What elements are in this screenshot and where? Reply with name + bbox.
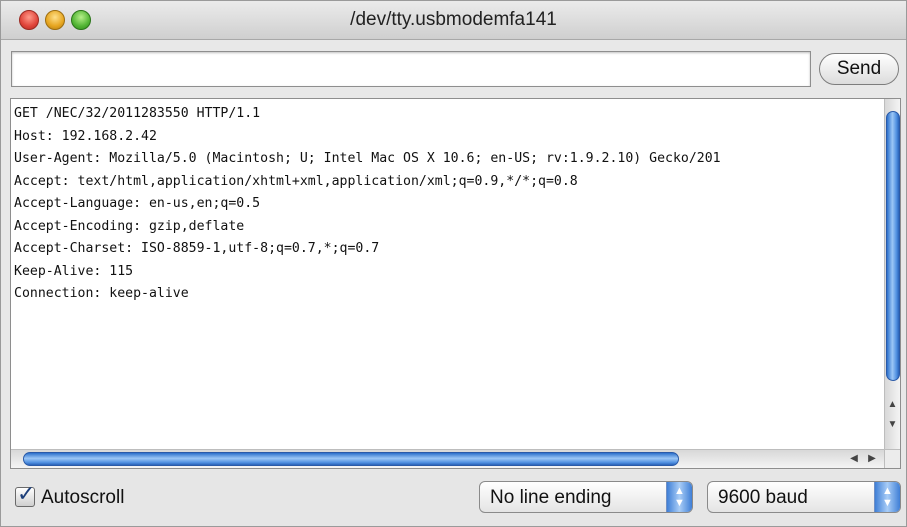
select-arrows-icon: ▲ ▼ <box>874 482 900 512</box>
baud-rate-select[interactable]: 9600 baud ▲ ▼ <box>707 481 901 513</box>
scroll-right-arrow-icon[interactable]: ▶ <box>865 451 879 467</box>
serial-monitor-window: /dev/tty.usbmodemfa141 Send GET /NEC/32/… <box>0 0 907 527</box>
vertical-scrollbar[interactable]: ▲ ▼ <box>884 99 900 449</box>
bottom-bar: ✓ Autoscroll No line ending ▲ ▼ 9600 baud… <box>1 470 906 526</box>
window-title: /dev/tty.usbmodemfa141 <box>350 9 557 30</box>
scroll-down-arrow-icon[interactable]: ▼ <box>885 417 900 433</box>
output-lines: GET /NEC/32/2011283550 HTTP/1.1 Host: 19… <box>11 99 884 306</box>
line-ending-select[interactable]: No line ending ▲ ▼ <box>479 481 693 513</box>
line-ending-value: No line ending <box>490 487 612 508</box>
output-line: Keep-Alive: 115 <box>14 263 134 279</box>
output-line: Accept-Encoding: gzip,deflate <box>14 218 245 234</box>
scrollbar-corner <box>884 449 900 468</box>
output-line: User-Agent: Mozilla/5.0 (Macintosh; U; I… <box>14 151 721 166</box>
checkmark-icon: ✓ <box>17 482 36 507</box>
serial-output-panel: GET /NEC/32/2011283550 HTTP/1.1 Host: 19… <box>10 98 901 469</box>
vertical-scroll-thumb[interactable] <box>886 111 900 381</box>
send-button[interactable]: Send <box>819 53 899 85</box>
output-line: GET /NEC/32/2011283550 HTTP/1.1 <box>14 106 261 121</box>
autoscroll-label[interactable]: Autoscroll <box>41 487 124 509</box>
title-bar[interactable]: /dev/tty.usbmodemfa141 <box>1 1 906 40</box>
output-line: Host: 192.168.2.42 <box>14 128 157 144</box>
output-line: Accept-Charset: ISO-8859-1,utf-8;q=0.7,*… <box>14 241 380 256</box>
baud-rate-value: 9600 baud <box>718 487 808 508</box>
select-arrows-icon: ▲ ▼ <box>666 482 692 512</box>
serial-output-text[interactable]: GET /NEC/32/2011283550 HTTP/1.1 Host: 19… <box>11 99 884 449</box>
send-input[interactable] <box>11 51 811 87</box>
scroll-left-arrow-icon[interactable]: ◀ <box>847 451 861 467</box>
autoscroll-checkbox[interactable]: ✓ <box>15 482 35 507</box>
output-line: Accept: text/html,application/xhtml+xml,… <box>14 173 578 189</box>
horizontal-scrollbar[interactable]: ◀ ▶ <box>11 449 884 468</box>
horizontal-scroll-thumb[interactable] <box>23 452 679 466</box>
scroll-up-arrow-icon[interactable]: ▲ <box>885 397 900 413</box>
output-line: Connection: keep-alive <box>14 286 189 301</box>
output-line: Accept-Language: en-us,en;q=0.5 <box>14 196 261 211</box>
